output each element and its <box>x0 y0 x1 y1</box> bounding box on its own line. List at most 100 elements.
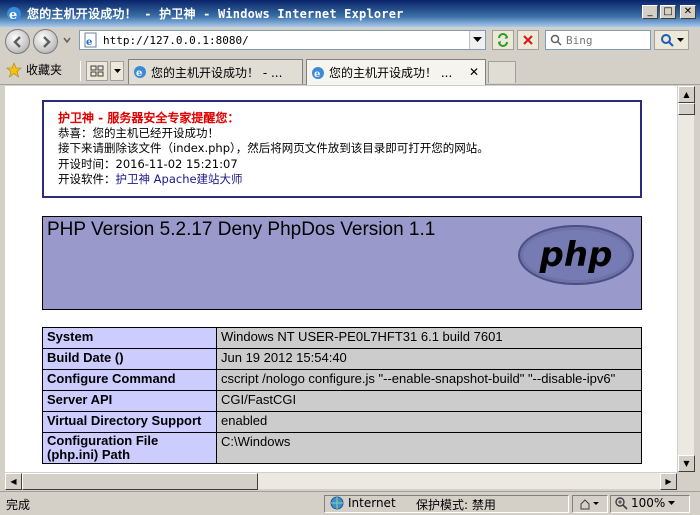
zoom-level: 100% <box>631 496 666 510</box>
info-key: Configure Command <box>42 369 217 391</box>
arrow-right-icon: ▶ <box>665 477 672 486</box>
search-button[interactable] <box>654 30 689 50</box>
recent-pages-dropdown-icon[interactable] <box>62 35 72 45</box>
search-input[interactable] <box>566 33 650 47</box>
table-row: System Windows NT USER-PE0L7HFT31 6.1 bu… <box>42 327 642 349</box>
notice-title: 护卫神 - 服务器安全专家提醒您： <box>58 111 240 125</box>
zoom-control[interactable]: 100% <box>614 496 676 510</box>
security-zone[interactable]: Internet <box>330 496 396 510</box>
info-key: Virtual Directory Support <box>42 411 217 433</box>
chevron-down-icon <box>113 68 121 73</box>
tab-1[interactable]: e 您的主机开设成功！ - ... <box>128 59 303 84</box>
stop-button[interactable] <box>517 30 539 50</box>
zoom-icon <box>615 497 628 510</box>
chevron-down-icon <box>668 500 676 505</box>
minimize-button[interactable]: _ <box>642 5 658 19</box>
maximize-button[interactable]: □ <box>660 5 676 19</box>
info-value: C:\Windows <box>216 432 642 464</box>
new-tab-button[interactable] <box>488 61 516 83</box>
tab-label: 您的主机开设成功！ ... <box>329 66 453 80</box>
info-value: CGI/FastCGI <box>216 390 642 412</box>
stop-icon <box>523 35 533 45</box>
quick-tabs-icon <box>90 65 104 77</box>
address-input[interactable] <box>103 33 463 47</box>
close-button[interactable]: ✕ <box>680 5 696 19</box>
info-key: Server API <box>42 390 217 412</box>
address-dropdown-button[interactable] <box>469 31 485 49</box>
popup-blocker-icon <box>580 499 599 510</box>
info-value: cscript /nologo configure.js "--enable-s… <box>216 369 642 391</box>
horizontal-scrollbar[interactable]: ◀ ▶ <box>5 472 677 490</box>
bing-search-icon <box>550 34 562 46</box>
arrow-down-icon: ▼ <box>683 459 690 468</box>
address-toolbar: e <box>0 27 700 55</box>
arrow-left-icon: ◀ <box>10 477 17 486</box>
favorites-label: 收藏夹 <box>26 63 63 77</box>
svg-text:e: e <box>136 68 142 79</box>
chevron-down-icon <box>473 37 482 42</box>
tab-2[interactable]: e 您的主机开设成功！ ... ✕ <box>306 59 486 85</box>
notice-line: 恭喜：您的主机已经开设成功！ <box>58 126 219 141</box>
info-value: Windows NT USER-PE0L7HFT31 6.1 build 760… <box>216 327 642 349</box>
status-text: 完成 <box>6 498 31 512</box>
software-link[interactable]: 护卫神 Apache建站大师 <box>116 172 243 186</box>
back-arrow-icon <box>12 35 21 48</box>
forward-button[interactable] <box>33 29 58 54</box>
page-icon: e <box>84 32 97 48</box>
quick-tabs-button[interactable] <box>86 61 108 81</box>
php-info-table: System Windows NT USER-PE0L7HFT31 6.1 bu… <box>42 327 642 464</box>
horizontal-scroll-thumb[interactable] <box>22 473 258 490</box>
svg-text:e: e <box>314 69 320 80</box>
favorites-toolbar: 收藏夹 e 您的主机开设成功！ - ... e 您的主机开设成功！ ... ✕ <box>0 57 700 85</box>
status-bar: 完成 Internet 保护模式: 禁用 100% <box>0 491 700 515</box>
window-title: 您的主机开设成功！ - 护卫神 - Windows Internet Explo… <box>27 7 404 21</box>
tab-label: 您的主机开设成功！ - ... <box>151 65 283 80</box>
table-row: Server API CGI/FastCGI <box>42 390 642 412</box>
vertical-scrollbar[interactable]: ▲ ▼ <box>677 86 695 472</box>
search-box[interactable] <box>545 30 651 50</box>
table-row: Build Date () Jun 19 2012 15:54:40 <box>42 348 642 370</box>
scroll-up-button[interactable]: ▲ <box>678 86 695 103</box>
table-row: Configuration File (php.ini) Path C:\Win… <box>42 432 642 464</box>
zone-label: Internet <box>348 496 396 510</box>
page-content: 护卫神 - 服务器安全专家提醒您： 恭喜：您的主机已经开设成功！ 接下来请删除该… <box>5 86 677 472</box>
info-key: Configuration File (php.ini) Path <box>42 432 217 464</box>
notice-line: 开设软件：护卫神 Apache建站大师 <box>58 172 626 187</box>
ie-page-icon: e <box>312 66 324 80</box>
forward-arrow-icon <box>42 35 51 48</box>
maximize-icon: □ <box>663 6 673 17</box>
popup-panel[interactable] <box>572 495 608 513</box>
toolbar-divider <box>80 61 81 81</box>
ie-page-icon: e <box>134 66 146 79</box>
refresh-button[interactable] <box>492 30 514 50</box>
vertical-scroll-thumb[interactable] <box>678 103 695 115</box>
scrollbar-corner <box>677 472 694 489</box>
info-value: enabled <box>216 411 642 433</box>
favorites-star-icon <box>6 61 22 78</box>
address-bar[interactable]: e <box>79 30 486 50</box>
php-logo: php <box>518 225 634 285</box>
ie-logo-icon: e <box>7 6 21 23</box>
notice-line: 接下来请删除该文件（index.php），然后将网页文件放到该目录即可打开您的网… <box>58 141 489 156</box>
php-version-title: PHP Version 5.2.17 Deny PhpDos Version 1… <box>47 219 436 240</box>
title-bar: e 您的主机开设成功！ - 护卫神 - Windows Internet Exp… <box>0 0 700 27</box>
info-value: Jun 19 2012 15:54:40 <box>216 348 642 370</box>
notice-line: 开设时间：2016-11-02 15:21:07 <box>58 156 238 171</box>
scroll-down-button[interactable]: ▼ <box>678 455 695 472</box>
php-logo-text: php <box>539 235 613 275</box>
tab-close-icon[interactable]: ✕ <box>469 65 479 79</box>
back-button[interactable] <box>5 29 30 54</box>
close-icon: ✕ <box>683 6 693 17</box>
svg-text:e: e <box>86 37 92 48</box>
search-icon <box>660 34 674 47</box>
tab-list-button[interactable] <box>110 61 124 81</box>
info-key: System <box>42 327 217 349</box>
favorites-button[interactable]: 收藏夹 <box>6 61 62 78</box>
scroll-left-button[interactable]: ◀ <box>5 473 22 490</box>
scroll-right-button[interactable]: ▶ <box>660 473 677 490</box>
notice-box: 护卫神 - 服务器安全专家提醒您： 恭喜：您的主机已经开设成功！ 接下来请删除该… <box>42 100 642 198</box>
table-row: Virtual Directory Support enabled <box>42 411 642 433</box>
notice-software-label: 开设软件： <box>58 171 116 186</box>
chevron-down-icon <box>676 37 684 42</box>
table-row: Configure Command cscript /nologo config… <box>42 369 642 391</box>
